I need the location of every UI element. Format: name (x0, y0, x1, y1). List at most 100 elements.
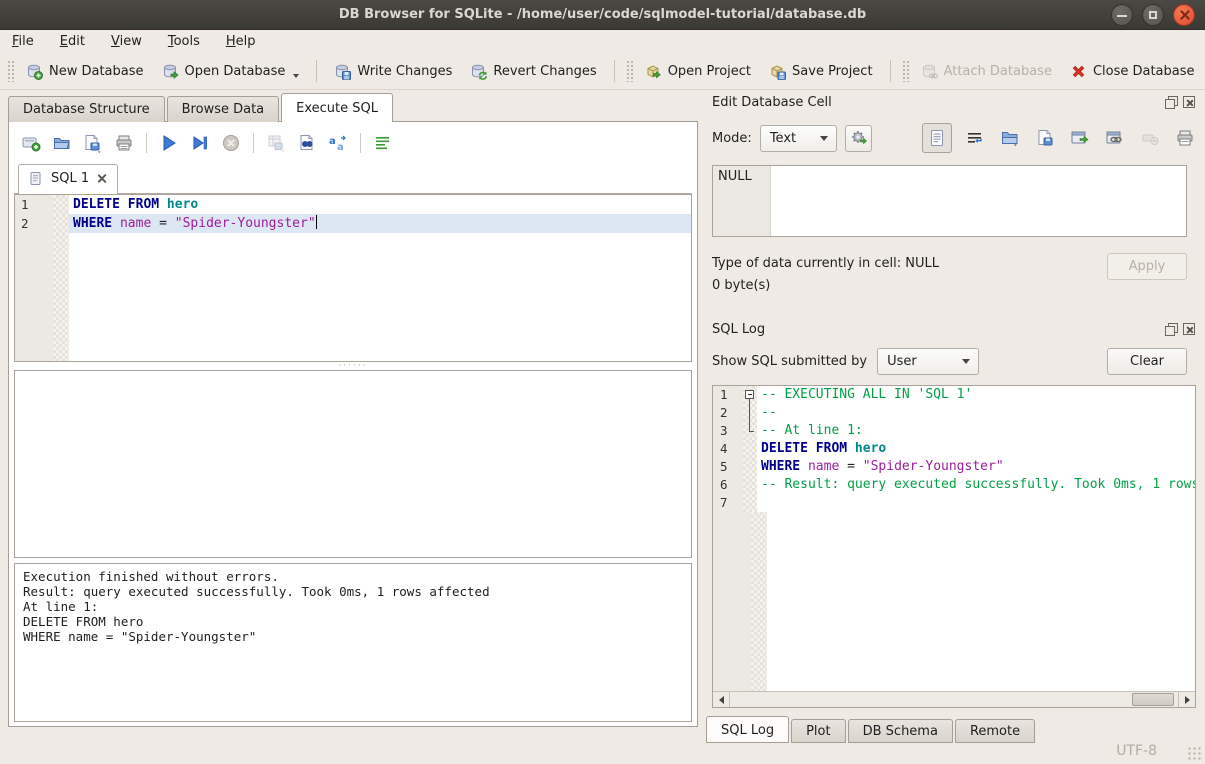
svg-text:a: a (329, 136, 336, 147)
open-database-button[interactable]: Open Database (153, 58, 309, 85)
scroll-right-button[interactable] (1178, 692, 1195, 707)
mode-label: Mode: (712, 131, 752, 146)
cell-editor-toolbar (922, 123, 1197, 153)
title-bar: DB Browser for SQLite - /home/user/code/… (0, 0, 1205, 30)
new-sql-tab-button[interactable] (18, 130, 44, 156)
cell-null-indicator: NULL (713, 166, 771, 236)
set-as-null-button (1138, 126, 1162, 150)
maximize-button[interactable] (1142, 4, 1164, 26)
execute-sql-page: aa SQL 1 1 DELETE FROM hero 2 WHERE name… (8, 121, 698, 727)
scrollbar-track[interactable] (730, 692, 1178, 707)
open-sql-file-button[interactable] (49, 130, 75, 156)
close-window-button[interactable] (1173, 4, 1195, 26)
auto-format-button[interactable]: aa (325, 130, 351, 156)
close-panel-icon[interactable] (1183, 96, 1195, 108)
toolbar-separator (360, 133, 361, 153)
menu-tools[interactable]: Tools (168, 34, 200, 49)
clear-log-button[interactable]: Clear (1107, 348, 1187, 375)
save-results-button (263, 130, 289, 156)
chevron-down-icon (820, 136, 828, 141)
cell-info-row: Type of data currently in cell: NULL 0 b… (712, 253, 1187, 297)
edit-cell-title: Edit Database Cell (712, 95, 1165, 110)
results-grid[interactable] (14, 370, 692, 558)
editor-line: 1 DELETE FROM hero (15, 195, 691, 214)
save-sql-file-button[interactable] (80, 130, 106, 156)
cell-size-info: 0 byte(s) (712, 275, 1107, 297)
menu-view[interactable]: View (111, 34, 142, 49)
resize-grip[interactable] (1187, 746, 1201, 760)
import-from-file-button[interactable] (998, 126, 1022, 150)
toolbar-separator (253, 133, 254, 153)
toolbar-separator (614, 60, 615, 82)
mode-select[interactable]: Text (760, 125, 837, 152)
log-line: 4 DELETE FROM hero (713, 440, 1195, 458)
save-project-button[interactable]: Save Project (760, 58, 882, 85)
write-changes-button[interactable]: Write Changes (325, 58, 461, 85)
execute-all-button[interactable] (156, 130, 182, 156)
window-title: DB Browser for SQLite - /home/user/code/… (339, 7, 866, 22)
submitted-by-select[interactable]: User (877, 348, 979, 375)
line-number: 1 (15, 195, 53, 214)
message-line: Result: query executed successfully. Too… (23, 584, 683, 599)
gear-icon (850, 129, 868, 147)
message-line: WHERE name = "Spider-Youngster" (23, 629, 683, 644)
word-wrap-button[interactable] (370, 130, 396, 156)
print-cell-button[interactable] (1173, 126, 1197, 150)
editor-empty-area (15, 233, 691, 361)
cell-edit-area[interactable] (771, 166, 1186, 236)
execution-message-pane[interactable]: Execution finished without errors. Resul… (14, 563, 692, 722)
find-replace-button[interactable] (294, 130, 320, 156)
toolbar-separator (890, 60, 891, 82)
database-open-icon (162, 63, 179, 80)
apply-button: Apply (1107, 253, 1187, 280)
horizontal-scrollbar[interactable] (713, 691, 1195, 707)
auto-mode-button[interactable] (845, 125, 872, 152)
message-line: DELETE FROM hero (23, 614, 683, 629)
close-panel-icon[interactable] (1183, 323, 1195, 335)
message-line: At line 1: (23, 599, 683, 614)
float-panel-icon[interactable] (1165, 96, 1177, 108)
cell-value-editor[interactable]: NULL (712, 165, 1187, 237)
sql-editor[interactable]: 1 DELETE FROM hero 2 WHERE name = "Spide… (14, 194, 692, 362)
sql-1-tab[interactable]: SQL 1 (18, 164, 118, 193)
main-toolbar: New Database Open Database Write Changes… (0, 53, 1205, 90)
copy-link-button[interactable] (1103, 126, 1127, 150)
code-text: DELETE FROM hero (69, 195, 691, 214)
float-panel-icon[interactable] (1165, 323, 1177, 335)
fold-margin (53, 214, 69, 233)
sql-log-view[interactable]: 1 -- EXECUTING ALL IN 'SQL 1' 2 -- 3 -- … (712, 385, 1196, 708)
close-tab-icon[interactable] (96, 173, 107, 184)
text-mode-button[interactable] (922, 123, 952, 153)
fold-margin (53, 195, 69, 214)
open-external-button[interactable] (1068, 126, 1092, 150)
scrollbar-thumb[interactable] (1132, 693, 1174, 706)
word-wrap-button[interactable] (963, 126, 987, 150)
tab-execute-sql[interactable]: Execute SQL (281, 93, 393, 122)
dropdown-caret-icon (293, 74, 299, 78)
cell-type-info: Type of data currently in cell: NULL (712, 253, 1107, 275)
close-database-button[interactable]: Close Database (1061, 58, 1204, 85)
line-number: 2 (15, 214, 53, 233)
menu-help[interactable]: Help (226, 34, 256, 49)
edit-cell-dock-header: Edit Database Cell (706, 92, 1197, 112)
fold-collapse-icon[interactable] (745, 390, 754, 399)
log-line: 2 -- (713, 404, 1195, 422)
open-project-button[interactable]: Open Project (636, 58, 760, 85)
menu-file[interactable]: File (12, 34, 34, 49)
tab-browse-data[interactable]: Browse Data (167, 96, 280, 122)
menu-edit[interactable]: Edit (60, 34, 85, 49)
execute-current-line-button[interactable] (187, 130, 213, 156)
export-to-file-button[interactable] (1033, 126, 1057, 150)
scroll-left-button[interactable] (713, 692, 730, 707)
database-write-icon (334, 63, 351, 80)
tab-database-structure[interactable]: Database Structure (8, 96, 165, 122)
print-button[interactable] (111, 130, 137, 156)
maximize-icon (1149, 11, 1157, 19)
pane-splitter-handle[interactable]: ······ (14, 362, 692, 370)
project-open-icon (645, 63, 662, 80)
minimize-button[interactable] (1111, 4, 1133, 26)
new-database-button[interactable]: New Database (17, 58, 153, 85)
revert-changes-button[interactable]: Revert Changes (461, 58, 605, 85)
status-bar: UTF-8 (0, 736, 1205, 764)
svg-text:a: a (337, 142, 344, 153)
